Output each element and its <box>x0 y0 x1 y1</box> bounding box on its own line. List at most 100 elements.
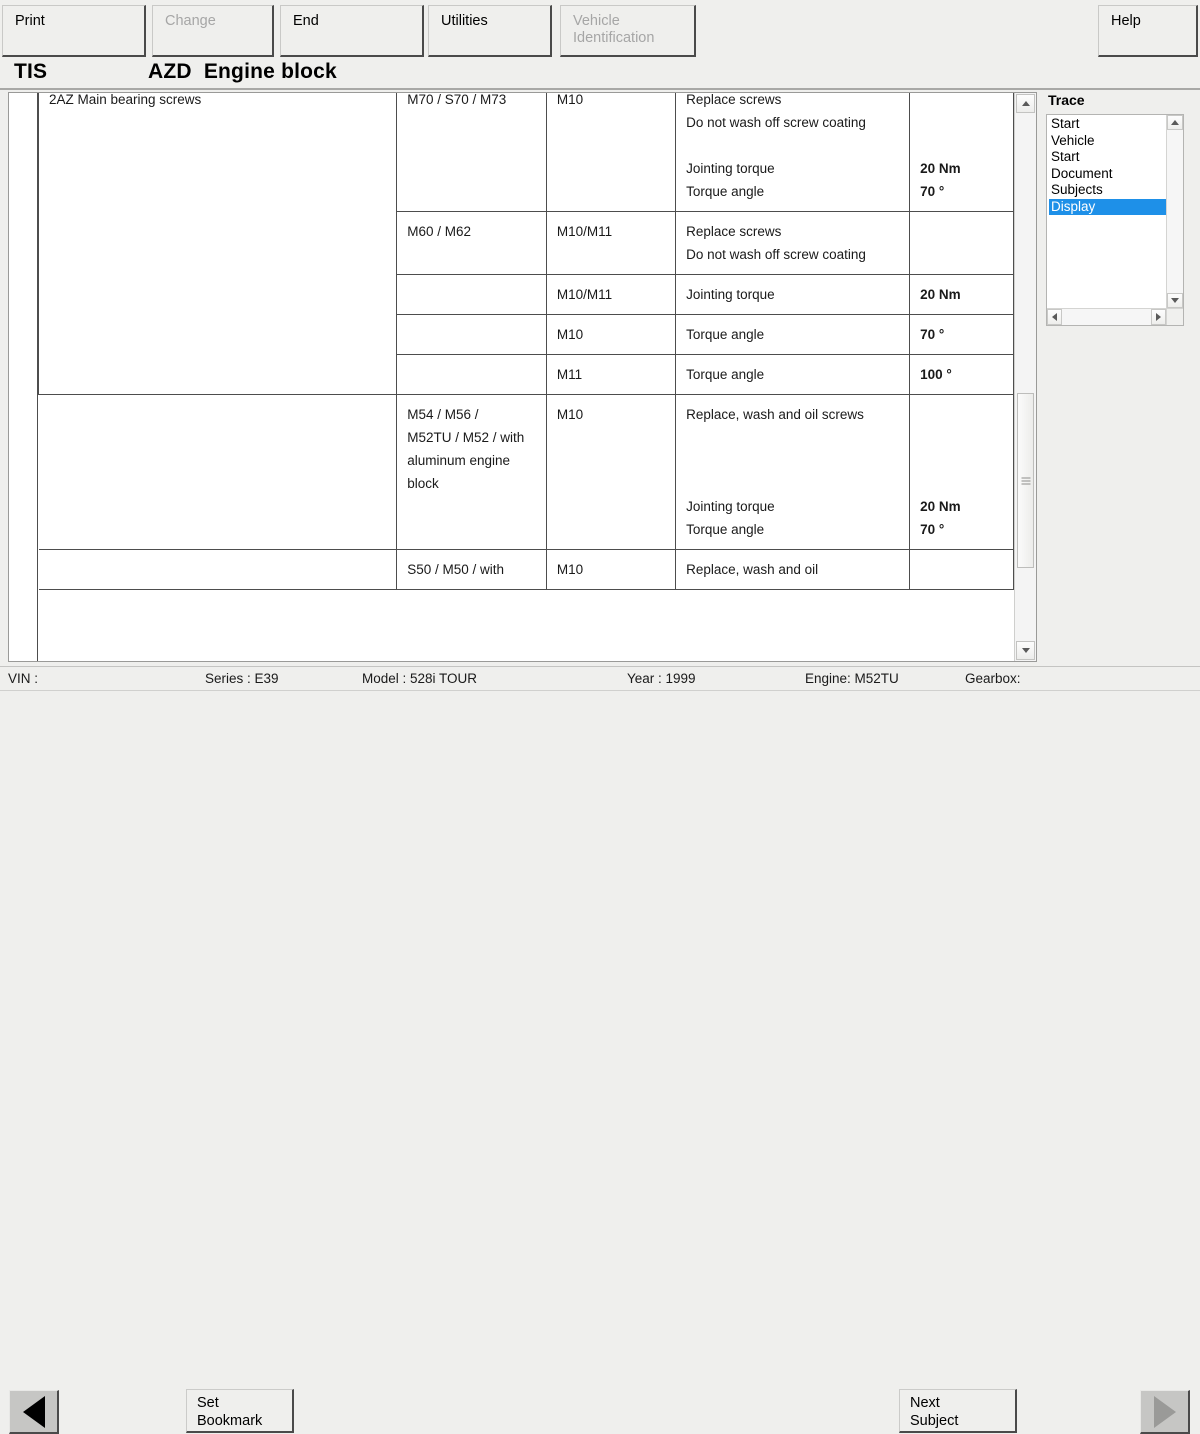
section-spacer-cell <box>38 394 398 550</box>
value-spacer <box>920 472 1007 495</box>
size-cell: M10 <box>545 314 677 355</box>
trace-listbox[interactable]: Start Vehicle Start Document Subjects Di… <box>1046 114 1184 326</box>
document-margin-column <box>9 93 38 661</box>
section-spacer-cell <box>38 549 398 590</box>
trace-scroll-down-button[interactable] <box>1167 293 1183 308</box>
trace-vertical-scrollbar[interactable] <box>1166 115 1183 308</box>
size-cell: M10/M11 <box>545 274 677 315</box>
engine-cell <box>396 274 547 315</box>
engine-cell <box>396 354 547 395</box>
trace-scroll-up-button[interactable] <box>1167 115 1183 130</box>
document-scroll-region[interactable]: 2AZ Main bearing screws M70 / S70 / M73 … <box>38 93 1014 661</box>
status-model: Model : 528i TOUR <box>362 671 478 686</box>
help-button[interactable]: Help <box>1098 5 1198 57</box>
print-button[interactable]: Print <box>2 5 146 57</box>
trace-scrollbar-corner <box>1166 308 1183 325</box>
engine-cell: M54 / M56 / M52TU / M52 / with aluminum … <box>396 394 547 550</box>
trace-scroll-left-button[interactable] <box>1047 309 1062 325</box>
notes-cell: Torque angle <box>675 314 911 355</box>
size-cell: M10/M11 <box>545 211 677 275</box>
note-line: Jointing torque <box>686 161 775 176</box>
trace-item-subjects[interactable]: Subjects <box>1049 182 1166 199</box>
chevron-down-icon <box>1021 648 1030 653</box>
status-vin: VIN : <box>8 671 39 686</box>
engine-cell: S50 / M50 / with <box>396 549 547 590</box>
value-cell: 70 ° <box>909 314 1014 355</box>
page-title: AZD Engine block <box>148 60 337 83</box>
document-panel: 2AZ Main bearing screws M70 / S70 / M73 … <box>8 92 1037 662</box>
title-bar: TIS AZD Engine block <box>0 58 1200 88</box>
value-spacer <box>920 93 1007 111</box>
trace-item-start[interactable]: Start <box>1049 116 1166 133</box>
note-spacer <box>686 134 903 157</box>
specifications-table: 2AZ Main bearing screws M70 / S70 / M73 … <box>38 93 1014 590</box>
vehicle-identification-button: Vehicle Identification <box>560 5 696 57</box>
arrow-right-icon <box>1153 1395 1176 1428</box>
chevron-up-icon <box>1171 120 1179 125</box>
chevron-down-icon <box>1171 298 1179 303</box>
value-spacer <box>920 403 1007 426</box>
value-line: 20 Nm <box>920 499 961 514</box>
notes-cell: Replace screws Do not wash off screw coa… <box>675 211 911 275</box>
note-line: Do not wash off screw coating <box>686 247 866 262</box>
note-line: Replace screws <box>686 224 782 239</box>
value-cell: 100 ° <box>909 354 1014 395</box>
value-spacer <box>920 111 1007 134</box>
value-line: 20 Nm <box>920 161 961 176</box>
arrow-left-icon <box>22 1395 45 1428</box>
section-label-cell: 2AZ Main bearing screws <box>38 93 398 395</box>
scroll-down-button[interactable] <box>1016 641 1035 660</box>
chevron-up-icon <box>1021 101 1030 106</box>
note-line: Replace screws <box>686 93 782 107</box>
next-subject-button[interactable]: Next Subject <box>899 1389 1017 1433</box>
trace-item-vehicle[interactable]: Vehicle <box>1049 133 1166 150</box>
engine-cell <box>396 314 547 355</box>
scroll-up-button[interactable] <box>1016 94 1035 113</box>
note-spacer <box>686 426 903 449</box>
note-line: Jointing torque <box>686 499 775 514</box>
note-spacer <box>686 449 903 472</box>
document-vertical-scrollbar[interactable] <box>1014 93 1036 661</box>
size-cell: M10 <box>545 93 677 212</box>
note-line: Do not wash off screw coating <box>686 115 866 130</box>
notes-cell: Jointing torque <box>675 274 911 315</box>
trace-item-display[interactable]: Display <box>1049 198 1166 215</box>
next-page-button[interactable] <box>1140 1390 1190 1434</box>
notes-cell: Replace screws Do not wash off screw coa… <box>675 93 911 212</box>
trace-list[interactable]: Start Vehicle Start Document Subjects Di… <box>1047 115 1166 308</box>
bottom-navigation-bar: Set Bookmark Next Subject <box>0 690 1200 1434</box>
scrollbar-thumb[interactable] <box>1017 393 1034 568</box>
note-spacer <box>686 472 903 495</box>
trace-item-document[interactable]: Document <box>1049 166 1166 183</box>
trace-scroll-right-button[interactable] <box>1151 309 1166 325</box>
system-title: TIS <box>14 60 48 83</box>
value-cell <box>909 549 1014 590</box>
value-cell: 20 Nm 70 ° <box>909 394 1014 550</box>
value-cell <box>909 211 1014 275</box>
set-bookmark-button[interactable]: Set Bookmark <box>186 1389 294 1433</box>
status-bar: VIN : Series : E39 Model : 528i TOUR Yea… <box>0 666 1200 690</box>
engine-cell: M70 / S70 / M73 <box>396 93 547 212</box>
table-row: 2AZ Main bearing screws M70 / S70 / M73 … <box>38 93 1014 395</box>
table-row-clipped: S50 / M50 / with M10 Replace, wash and o… <box>38 549 1014 590</box>
grip-icon <box>1021 477 1030 484</box>
title-separator <box>0 88 1200 90</box>
status-year: Year : 1999 <box>627 671 696 686</box>
chevron-right-icon <box>1156 313 1161 321</box>
trace-item-start-2[interactable]: Start <box>1049 149 1166 166</box>
top-toolbar: Print Change End Utilities Vehicle Ident… <box>0 0 1200 58</box>
value-spacer <box>920 426 1007 449</box>
utilities-button[interactable]: Utilities <box>428 5 552 57</box>
engine-cell: M60 / M62 <box>396 211 547 275</box>
status-gearbox: Gearbox: <box>965 671 1021 686</box>
trace-horizontal-scrollbar[interactable] <box>1047 308 1166 325</box>
previous-page-button[interactable] <box>9 1390 59 1434</box>
size-cell: M10 <box>545 394 677 550</box>
change-button: Change <box>152 5 274 57</box>
chevron-left-icon <box>1052 313 1057 321</box>
trace-title: Trace <box>1048 92 1085 108</box>
end-button[interactable]: End <box>280 5 424 57</box>
trace-panel: Trace Start Vehicle Start Document Subje… <box>1046 92 1184 344</box>
size-cell: M11 <box>545 354 677 395</box>
note-line: Replace, wash and oil screws <box>686 407 864 422</box>
